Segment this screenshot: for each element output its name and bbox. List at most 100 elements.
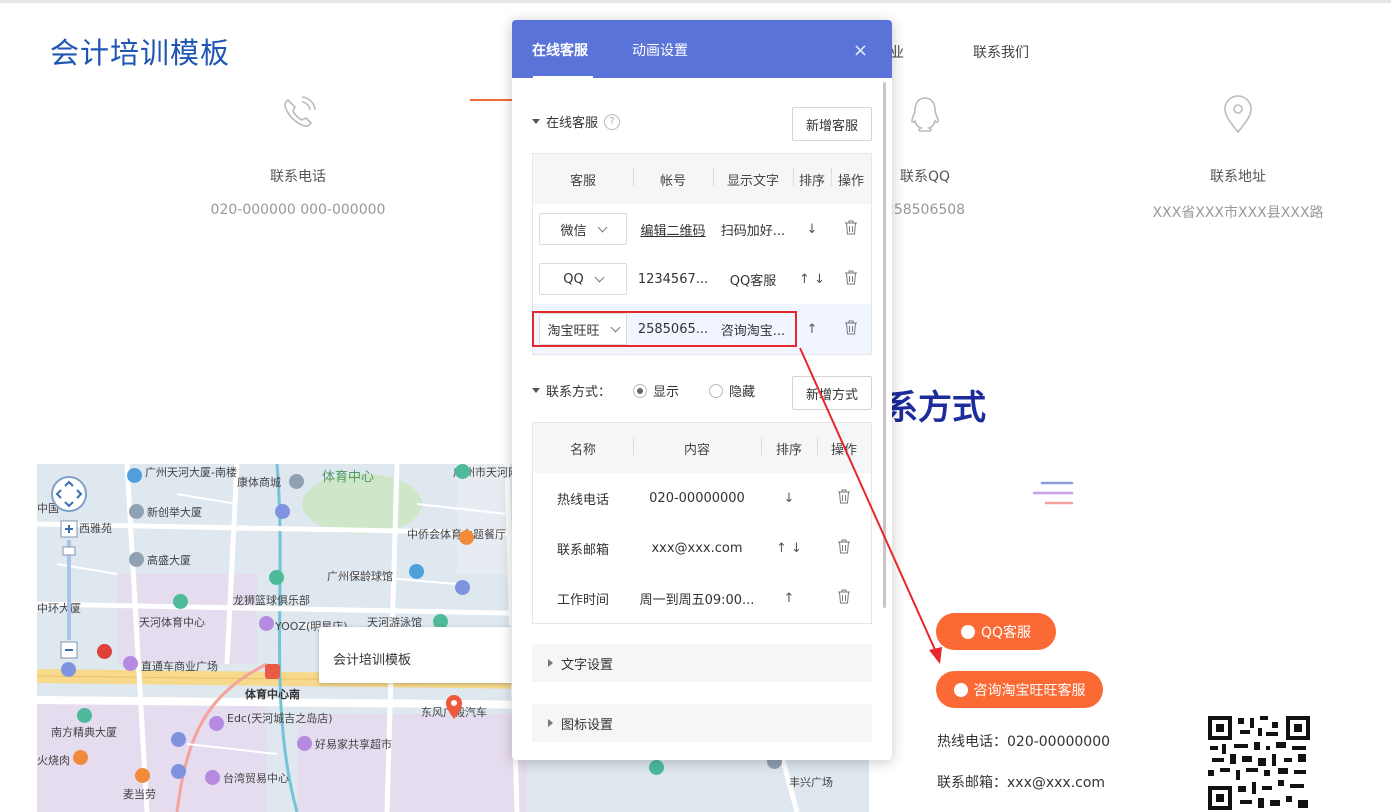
site-logo[interactable]: 会计培训模板	[50, 30, 230, 72]
trash-icon[interactable]	[837, 589, 851, 604]
map-poi-icon	[73, 750, 88, 765]
map-poi-icon	[171, 764, 186, 779]
contact-name-cell[interactable]: 联系邮箱	[533, 539, 633, 558]
kefu-type-select[interactable]: 微信	[539, 213, 627, 245]
contact-section-title: 联系方式：	[546, 385, 612, 400]
trash-icon[interactable]	[837, 539, 851, 554]
kefu-section-toggle[interactable]: 在线客服 ?	[532, 112, 621, 131]
add-kefu-button[interactable]: 新增客服	[792, 107, 872, 141]
contact-section-toggle[interactable]: 联系方式： 显示 隐藏	[532, 381, 755, 400]
tab-animation-settings[interactable]: 动画设置	[632, 40, 688, 60]
add-contact-button[interactable]: 新增方式	[792, 376, 872, 410]
table-row: 热线电话 020-00000000 ↓	[533, 473, 871, 523]
trash-icon[interactable]	[844, 270, 858, 285]
contact-content-cell[interactable]: 020-00000000	[633, 491, 761, 506]
contact-name-cell[interactable]: 热线电话	[533, 489, 633, 508]
map-label: 康体商城	[237, 476, 281, 489]
map-poi-icon	[205, 770, 220, 785]
tab-online-service[interactable]: 在线客服	[532, 40, 588, 60]
table-row: 微信 编辑二维码 扫码加好... ↓	[533, 204, 871, 254]
radio-hide-label: 隐藏	[729, 385, 756, 400]
table-row: QQ 1234567... QQ客服 ↑ ↓	[533, 254, 871, 304]
phone-icon	[284, 96, 316, 127]
icon-settings-label: 图标设置	[561, 717, 614, 733]
col-action: 操作	[831, 167, 871, 189]
map-poi-icon	[171, 732, 186, 747]
map-label: 台湾贸易中心	[223, 772, 289, 785]
panel-header: 在线客服 动画设置 ×	[512, 20, 892, 78]
close-icon[interactable]: ×	[853, 40, 868, 61]
map-label: 高盛大厦	[147, 554, 191, 567]
display-text-cell[interactable]: 扫码加好...	[713, 220, 793, 239]
hotline-text: 热线电话：020-00000000	[937, 734, 1111, 750]
sort-arrows[interactable]: ↑ ↓	[793, 272, 831, 287]
sort-arrows[interactable]: ↓	[793, 222, 831, 237]
contact-phone: 联系电话 020-000000 000-000000	[188, 92, 408, 218]
collapse-caret-icon	[548, 719, 553, 727]
radio-show-label: 显示	[653, 385, 680, 400]
map-pan-control[interactable]	[51, 476, 87, 512]
wangwang-service-button[interactable]: 咨询淘宝旺旺客服	[936, 671, 1103, 708]
trash-icon[interactable]	[844, 220, 858, 235]
map-label: 南方精典大厦	[51, 726, 117, 739]
icon-settings-toggle[interactable]: 图标设置	[532, 704, 872, 742]
qq-service-button[interactable]: QQ客服	[936, 613, 1056, 650]
select-value: QQ	[563, 271, 584, 287]
wangwang-service-label: 咨询淘宝旺旺客服	[973, 682, 1086, 699]
radio-hide[interactable]	[709, 383, 724, 398]
trash-icon[interactable]	[844, 320, 858, 335]
help-icon[interactable]: ?	[604, 113, 621, 130]
contact-address: 联系地址 XXX省XXX市XXX县XXX路	[1128, 92, 1348, 222]
map-poi-icon	[97, 644, 112, 659]
contact-address-label: 联系地址	[1210, 169, 1266, 185]
map-label: 体育中心南	[245, 688, 300, 701]
map-label: 龙狮篮球俱乐部	[233, 594, 310, 607]
location-icon	[1224, 95, 1252, 134]
select-value: 微信	[560, 223, 587, 239]
col-action: 操作	[817, 436, 871, 458]
map-popup-title: 会计培训模板	[333, 653, 412, 668]
map-poi-icon	[459, 530, 474, 545]
map-poi-icon	[409, 564, 424, 579]
expand-caret-icon	[532, 119, 540, 124]
trash-icon[interactable]	[837, 489, 851, 504]
map-poi-icon	[209, 716, 224, 731]
table-row: 联系邮箱 xxx@xxx.com ↑ ↓	[533, 523, 871, 573]
map-label: 广州天河大厦-南楼	[145, 466, 237, 479]
sort-arrows[interactable]: ↓	[761, 491, 817, 506]
highlight-box	[532, 311, 797, 347]
map-poi-icon	[297, 736, 312, 751]
text-settings-label: 文字设置	[561, 657, 614, 673]
nav-item-contact[interactable]: 联系我们	[973, 42, 1029, 62]
map-poi-icon	[123, 656, 138, 671]
account-cell[interactable]: 1234567...	[633, 272, 713, 287]
display-text-cell[interactable]: QQ客服	[713, 270, 793, 289]
qq-small-icon	[960, 624, 975, 639]
edit-qrcode-link[interactable]: 编辑二维码	[633, 220, 713, 239]
map-poi-icon	[275, 504, 290, 519]
sort-arrows[interactable]: ↑ ↓	[761, 541, 817, 556]
col-sort: 排序	[793, 167, 831, 189]
sort-arrows[interactable]: ↑	[793, 322, 831, 337]
map-poi-icon	[129, 504, 144, 519]
contact-content-cell[interactable]: 周一到周五09:00...	[633, 589, 761, 608]
map-poi-icon	[127, 468, 142, 483]
col-display-text: 显示文字	[713, 167, 793, 189]
nav-item-partial[interactable]: 业	[890, 42, 904, 62]
kefu-type-select[interactable]: QQ	[539, 263, 627, 295]
map-label: 丰兴广场	[789, 776, 833, 789]
contact-name-cell[interactable]: 工作时间	[533, 589, 633, 608]
map-marker-icon[interactable]	[445, 695, 463, 719]
map-label: Edc(天河城吉之岛店)	[227, 712, 333, 725]
map-zoom-control[interactable]	[60, 520, 78, 660]
contact-table-header: 名称 内容 排序 操作	[533, 423, 871, 473]
col-account: 帐号	[633, 167, 713, 189]
expand-caret-icon	[532, 388, 540, 393]
text-settings-toggle[interactable]: 文字设置	[532, 644, 872, 682]
map-poi-icon	[77, 708, 92, 723]
panel-scrollbar[interactable]	[883, 82, 886, 608]
radio-show[interactable]	[633, 383, 648, 398]
contact-content-cell[interactable]: xxx@xxx.com	[633, 541, 761, 556]
sort-arrows[interactable]: ↑	[761, 591, 817, 606]
col-sort: 排序	[761, 436, 817, 458]
